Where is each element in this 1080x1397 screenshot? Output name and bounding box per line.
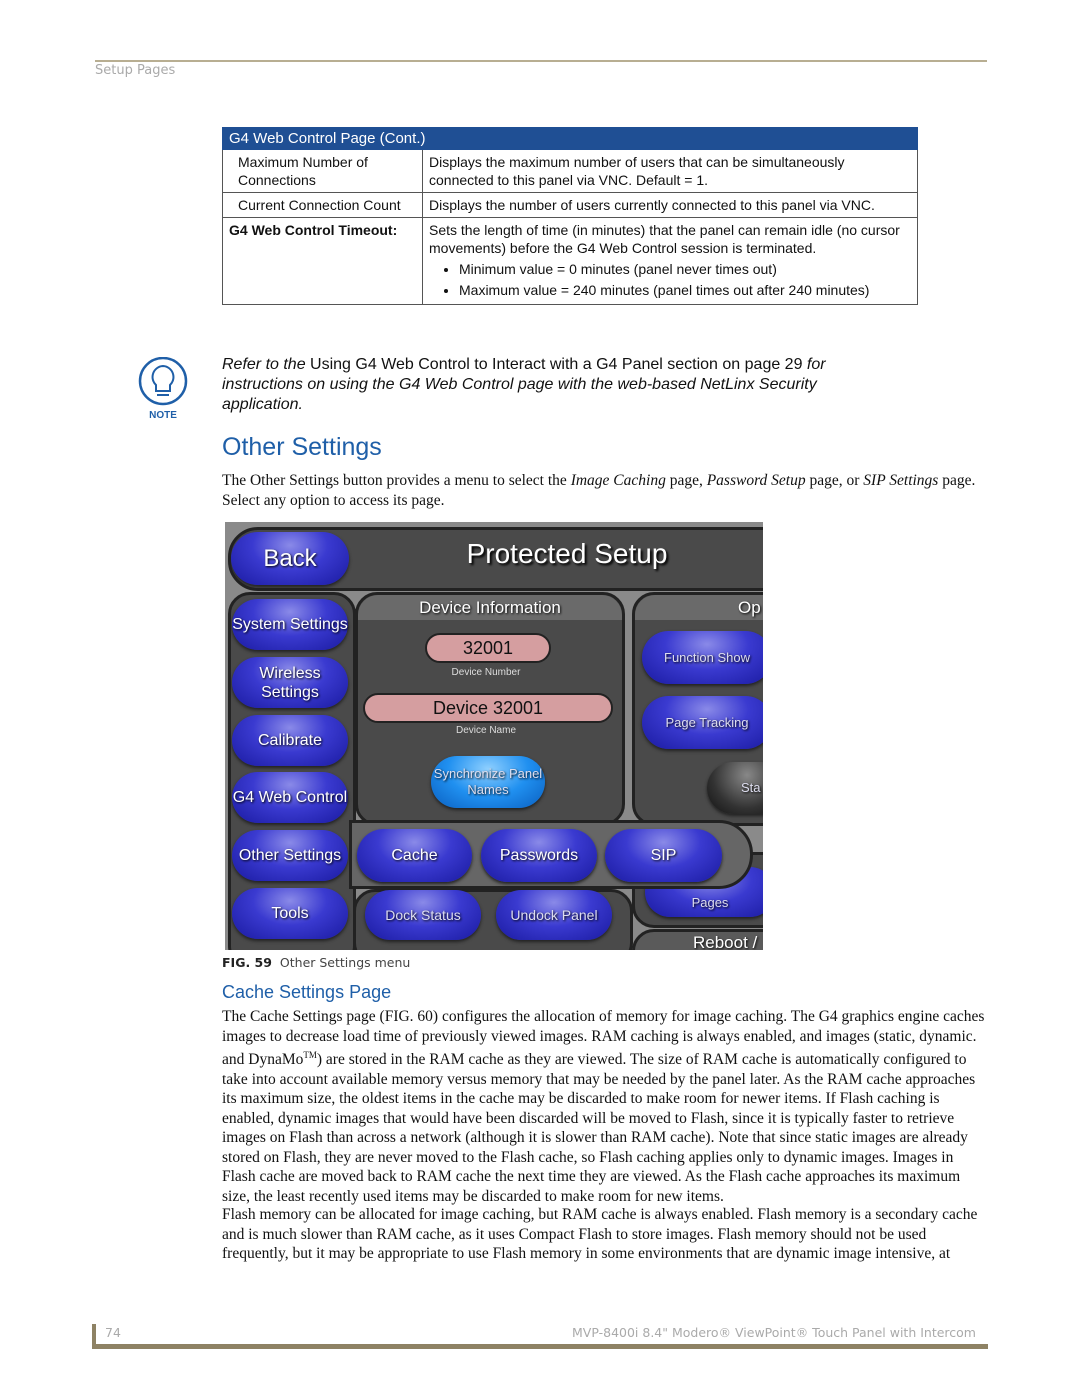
running-header: Setup Pages	[95, 63, 176, 78]
footer-rule	[92, 1344, 988, 1349]
footer-title: MVP-8400i 8.4" Modero® ViewPoint® Touch …	[572, 1325, 976, 1340]
note-label: NOTE	[149, 410, 177, 421]
row-desc: Displays the number of users currently c…	[422, 192, 918, 218]
back-button[interactable]: Back	[231, 532, 349, 585]
cache-button[interactable]: Cache	[357, 829, 472, 882]
lightbulb-icon	[138, 356, 188, 406]
note-mid: section on page 29	[662, 356, 807, 373]
row-label: G4 Web Control Timeout:	[222, 217, 423, 305]
bullet: Maximum value = 240 minutes (panel times…	[459, 280, 911, 301]
subsection-heading: Cache Settings Page	[222, 982, 392, 1002]
function-show-button[interactable]: Function Show	[642, 631, 763, 684]
row-desc-text: Sets the length of time (in minutes) tha…	[429, 222, 900, 256]
note-badge: NOTE	[137, 356, 189, 421]
note-prefix: Refer to the	[222, 356, 311, 373]
table-row: G4 Web Control Timeout: Sets the length o…	[222, 217, 918, 305]
figure-number: FIG. 59	[222, 955, 272, 970]
protected-setup-screenshot: Back Protected Setup System Settings Wir…	[225, 522, 763, 950]
device-name-field[interactable]: Device 32001	[363, 693, 613, 723]
system-settings-button[interactable]: System Settings	[232, 599, 348, 650]
g4-web-control-button[interactable]: G4 Web Control	[232, 772, 348, 823]
row-desc: Displays the maximum number of users tha…	[422, 149, 918, 193]
cache-paragraph-1: The Cache Settings page (FIG. 60) config…	[222, 1007, 987, 1206]
g4-web-control-table: G4 Web Control Page (Cont.) Maximum Numb…	[222, 127, 918, 305]
synchronize-panel-names-button[interactable]: Synchronize Panel Names	[431, 756, 545, 808]
figure-caption-text: Other Settings menu	[279, 955, 411, 970]
table-row: Maximum Number of Connections Displays th…	[222, 149, 918, 193]
row-label: Maximum Number of Connections	[222, 149, 423, 193]
device-info-header: Device Information	[358, 595, 622, 620]
sip-button[interactable]: SIP	[605, 829, 722, 882]
t: SIP Settings	[863, 472, 939, 489]
undock-panel-button[interactable]: Undock Panel	[496, 890, 612, 940]
table-row: Current Connection Count Displays the num…	[222, 192, 918, 218]
dock-status-button[interactable]: Dock Status	[365, 890, 481, 940]
device-number-field[interactable]: 32001	[425, 633, 551, 663]
row-desc: Sets the length of time (in minutes) tha…	[422, 217, 918, 305]
note-text: Refer to the Using G4 Web Control to Int…	[222, 355, 842, 415]
trademark: TM	[303, 1050, 317, 1060]
table-title: G4 Web Control Page (Cont.)	[222, 127, 918, 150]
other-settings-button[interactable]: Other Settings	[232, 830, 348, 881]
header-rule	[95, 60, 987, 62]
t: Password Setup	[706, 472, 806, 489]
page-tracking-button[interactable]: Page Tracking	[642, 696, 763, 749]
t: page,	[665, 472, 707, 489]
row-label: Current Connection Count	[222, 192, 423, 218]
cache-paragraph-2: Flash memory can be allocated for image …	[222, 1206, 978, 1262]
section-heading: Other Settings	[222, 433, 382, 461]
reboot-label: Reboot /	[693, 933, 758, 950]
wireless-settings-button[interactable]: Wireless Settings	[232, 657, 348, 708]
page-number: 74	[105, 1325, 121, 1340]
t: ) are stored in the RAM cache as they ar…	[222, 1051, 976, 1205]
footer-rule-left	[92, 1324, 96, 1346]
intro-paragraph: The Other Settings button provides a men…	[222, 471, 987, 510]
calibrate-button[interactable]: Calibrate	[232, 715, 348, 766]
t: page, or	[805, 472, 864, 489]
device-name-label: Device Name	[455, 725, 517, 736]
panel-title: Protected Setup	[466, 538, 668, 569]
tools-button[interactable]: Tools	[232, 888, 348, 939]
passwords-button[interactable]: Passwords	[481, 829, 597, 882]
start-setup-button[interactable]: Sta Se	[707, 762, 763, 814]
t: Image Caching	[570, 472, 666, 489]
device-number-label: Device Number	[451, 667, 521, 678]
options-header: Op	[635, 595, 763, 620]
t: The Other Settings button provides a men…	[222, 472, 571, 489]
document-page: Setup Pages G4 Web Control Page (Cont.) …	[0, 0, 1080, 1397]
note-link[interactable]: Using G4 Web Control to Interact with a …	[310, 356, 663, 373]
figure-caption: FIG. 59 Other Settings menu	[222, 955, 410, 970]
bullet: Minimum value = 0 minutes (panel never t…	[459, 259, 911, 280]
